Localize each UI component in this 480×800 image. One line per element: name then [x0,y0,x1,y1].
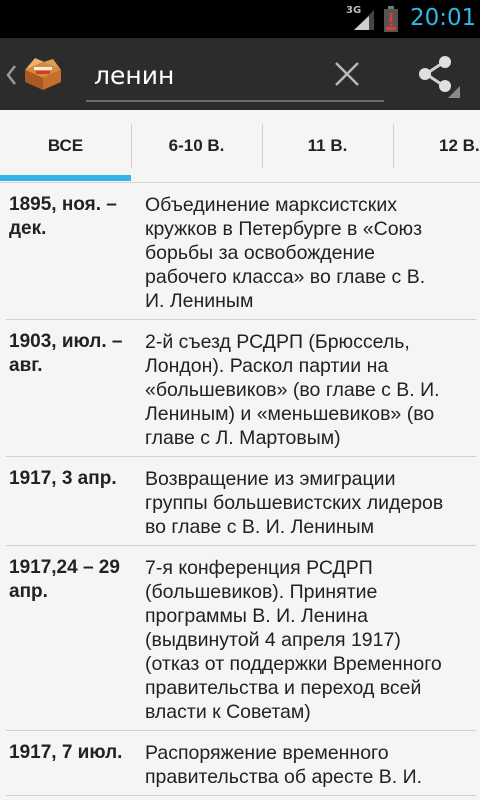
event-date: 1917, 7 июл. [9,742,123,763]
close-icon[interactable] [332,59,362,89]
event-description: Возвращение из эмиграции группы большеви… [145,468,444,538]
tab-12-century[interactable]: 12 В. [393,110,480,182]
events-list[interactable]: 1895, ноя. – дек. Объединение марксистск… [0,183,480,800]
event-date: 1917, 3 апр. [9,468,117,489]
signal-icon [354,10,374,30]
event-date: 1895, ноя. – дек. [9,194,117,239]
status-bar: 3G 20:01 [0,0,480,38]
action-bar [0,38,480,112]
event-description: Распоряжение временного правительства об… [145,742,422,788]
tab-6-10-century[interactable]: 6-10 В. [131,110,262,182]
clock: 20:01 [410,5,477,31]
event-date: 1917,24 – 29 апр. [9,557,120,602]
list-item[interactable]: 1917, 7 июл. Распоряжение временного пра… [6,731,476,796]
list-item[interactable]: 1917, 3 апр. Возвращение из эмиграции гр… [6,457,476,546]
search-field [86,52,384,102]
tab-11-century[interactable]: 11 В. [262,110,393,182]
battery-low-icon [384,6,398,32]
event-description: 2-й съезд РСДРП (Брюссель, Лондон). Раск… [145,331,440,449]
selected-tab-indicator [0,175,131,181]
tab-all[interactable]: ВСЕ [0,110,131,182]
event-description: 7-я конференция РСДРП (большевиков). При… [145,557,442,723]
open-box-icon[interactable] [21,56,65,92]
list-item[interactable]: 1917,24 – 29 апр. 7-я конференция РСДРП … [6,546,476,731]
chevron-left-icon[interactable] [5,64,17,86]
search-input[interactable] [94,56,324,94]
event-description: Объединение марксистских кружков в Петер… [145,194,426,312]
list-item[interactable]: 1903, июл. – авг. 2-й съезд РСДРП (Брюсс… [6,320,476,457]
century-tabs: ВСЕ 6-10 В. 11 В. 12 В. [0,110,480,183]
list-item[interactable]: 1895, ноя. – дек. Объединение марксистск… [6,183,476,320]
overflow-corner-icon [448,86,460,98]
event-date: 1903, июл. – авг. [9,331,123,376]
